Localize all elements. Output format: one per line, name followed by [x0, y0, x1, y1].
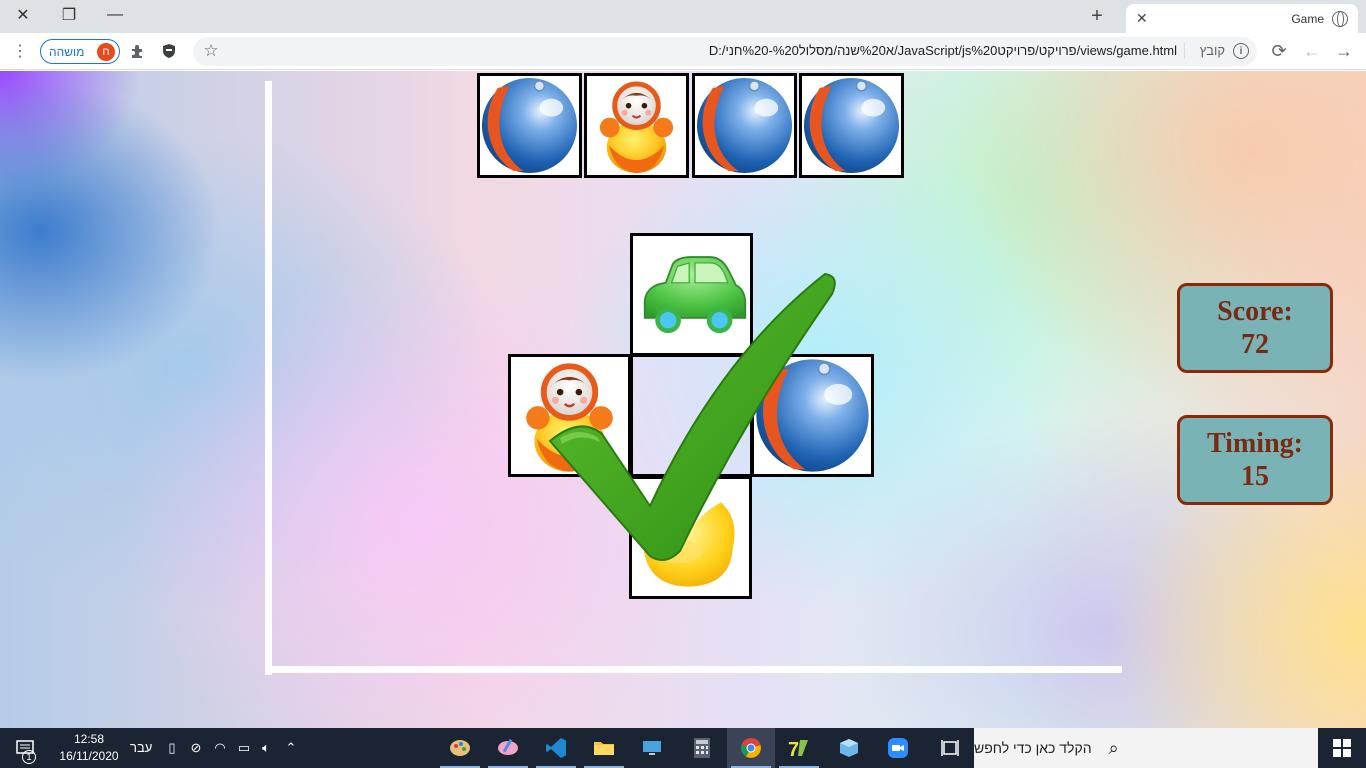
svg-text:7: 7 [788, 739, 799, 760]
browser-toolbar: ⋮ מושהה ח ☆ D:/א%20שנה/מסלול%20-%20חני/J… [0, 33, 1366, 70]
profile-name: מושהה [49, 44, 85, 59]
wifi-icon[interactable]: ◠ [210, 738, 230, 758]
volume-icon[interactable]: 🔈︎ [256, 738, 276, 758]
game-area-border-bottom [265, 666, 1122, 673]
taskbar-zoom-app[interactable] [874, 728, 922, 768]
taskbar-paint-app[interactable] [436, 728, 484, 768]
taskbar-vscode-app[interactable] [532, 728, 580, 768]
game-area-border-left [265, 81, 272, 675]
timing-panel: Timing: 15 [1177, 415, 1333, 505]
battery-icon[interactable]: ▭ [234, 738, 254, 758]
target-slot-ball [477, 73, 582, 178]
menu-dots-icon[interactable]: ⋮ [8, 39, 32, 63]
profile-button[interactable]: מושהה ח [40, 39, 120, 64]
url-text: D:/א%20שנה/מסלול%20-%20חני/JavaScript/js… [708, 43, 1177, 58]
game-page: Score: 72 Timing: 15 [0, 71, 1366, 728]
cross-cell-center[interactable] [630, 354, 753, 477]
tab-close-button[interactable]: ✕ [1136, 10, 1148, 27]
clock-date: 16/11/2020 [59, 749, 119, 763]
doll-icon [587, 76, 686, 175]
target-slot-doll [584, 73, 689, 178]
taskbar-chrome-app[interactable] [727, 728, 775, 768]
cross-cell-left[interactable] [508, 354, 631, 477]
timing-label: Timing: [1207, 428, 1303, 459]
system-clock[interactable]: 12:58 16/11/2020 [54, 731, 124, 765]
timing-value: 15 [1241, 461, 1269, 492]
cross-cell-bottom[interactable] [629, 476, 752, 599]
taskbar-7zip-app[interactable]: 7 [775, 728, 823, 768]
windows-logo-icon [1333, 739, 1351, 757]
globe-icon [1332, 10, 1348, 27]
taskbar-desktop-app[interactable] [628, 728, 676, 768]
extensions-puzzle-icon[interactable] [126, 39, 150, 63]
notifications-button[interactable]: 1 [0, 728, 50, 768]
info-icon[interactable]: i [1233, 43, 1249, 59]
taskbar-calculator-app[interactable] [678, 728, 726, 768]
target-slot-ball [692, 73, 797, 178]
taskbar-search-box[interactable]: ⌕ הקלד כאן כדי לחפש [974, 728, 1318, 768]
task-view-icon[interactable] [926, 728, 974, 768]
ball-icon [480, 76, 579, 175]
score-value: 72 [1241, 329, 1269, 360]
search-icon: ⌕ [1108, 737, 1119, 758]
usb-icon[interactable]: ▯ [162, 738, 182, 758]
browser-tabstrip: ✕ ❐ — + Game ✕ [0, 0, 1366, 33]
notification-count: 1 [22, 750, 36, 764]
bookmark-star-icon[interactable]: ☆ [199, 39, 223, 63]
taskbar-file-explorer-app[interactable] [580, 728, 628, 768]
windows-taskbar: 1 12:58 16/11/2020 עבר ▯ ⊘ ◠ ▭ 🔈︎ ⌃ 7 ⌕ [0, 728, 1366, 768]
duck-icon [632, 479, 749, 596]
ball-icon [695, 76, 794, 175]
chevron-up-icon[interactable]: ⌃ [281, 738, 301, 758]
close-window-button[interactable]: ✕ [0, 0, 46, 30]
minimize-window-button[interactable]: — [92, 0, 138, 30]
target-slot-ball [799, 73, 904, 178]
ball-icon [802, 76, 901, 175]
score-label: Score: [1217, 296, 1293, 327]
cross-cell-top[interactable] [630, 233, 753, 356]
search-placeholder: הקלד כאן כדי לחפש [974, 740, 1092, 756]
shield-extension-icon[interactable] [157, 39, 181, 63]
start-button[interactable] [1318, 728, 1366, 768]
clock-time: 12:58 [73, 732, 105, 746]
avatar: ח [97, 42, 115, 61]
address-bar[interactable]: ☆ D:/א%20שנה/מסלול%20-%20חני/JavaScript/… [193, 37, 1257, 66]
score-panel: Score: 72 [1177, 283, 1333, 373]
input-language[interactable]: עבר [130, 740, 152, 755]
file-scheme-label: קובץ [1199, 43, 1225, 58]
ball-icon [754, 357, 871, 474]
car-icon [633, 236, 750, 353]
doll-icon [511, 357, 628, 474]
new-tab-button[interactable]: + [1085, 4, 1109, 28]
cross-cell-right[interactable] [751, 354, 874, 477]
back-arrow-icon[interactable]: ← [1300, 39, 1324, 63]
taskbar-3d-box-app[interactable] [825, 728, 873, 768]
restore-window-button[interactable]: ❐ [46, 0, 92, 30]
network-off-icon[interactable]: ⊘ [186, 738, 206, 758]
tab-title: Game [1291, 11, 1324, 26]
reload-icon[interactable]: ⟳ [1267, 39, 1291, 63]
taskbar-paint3d-app[interactable] [484, 728, 532, 768]
forward-arrow-icon[interactable]: → [1332, 39, 1356, 63]
url-divider [1184, 43, 1185, 59]
tab-game[interactable]: Game ✕ [1126, 4, 1358, 33]
